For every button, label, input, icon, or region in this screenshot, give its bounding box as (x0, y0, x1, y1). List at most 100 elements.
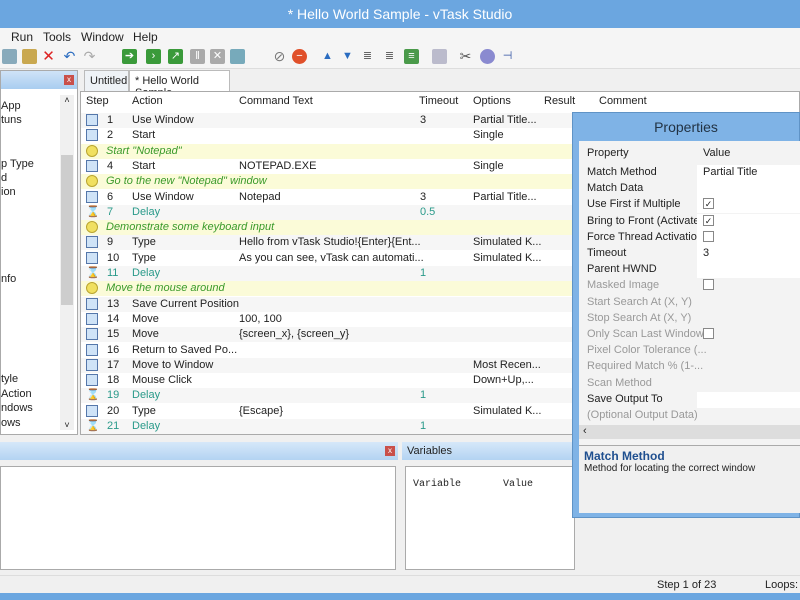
column-header-step[interactable]: Step (86, 95, 109, 107)
property-name: Parent HWND (587, 263, 657, 276)
column-header-variable[interactable]: Variable (413, 479, 461, 490)
close-icon[interactable]: x (385, 446, 395, 456)
column-header-result[interactable]: Result (544, 95, 575, 107)
menu-run[interactable]: Run (11, 30, 33, 44)
menu-tools[interactable]: Tools (43, 30, 71, 44)
command-cell: As you can see, vTask can automati... (239, 251, 424, 264)
delete-icon[interactable]: ✕ (41, 49, 56, 64)
status-step: Step 1 of 23 (657, 579, 717, 591)
outdent-icon[interactable]: ≣ (382, 49, 397, 64)
properties-grid: Property Value Match Method Partial Title… (579, 141, 800, 471)
run-icon[interactable]: ➔ (122, 49, 137, 64)
comment-icon[interactable]: ≡ (404, 49, 419, 64)
list-item[interactable]: p Type (1, 158, 34, 170)
list-item[interactable]: ows (1, 417, 21, 429)
list-item[interactable]: App (1, 100, 21, 112)
property-row[interactable]: Save Output To (579, 391, 800, 408)
column-header-comment[interactable]: Comment (599, 95, 647, 107)
list-item[interactable]: d (1, 172, 7, 184)
output-area[interactable] (0, 466, 396, 570)
property-row[interactable]: Start Search At (X, Y) (579, 295, 800, 311)
property-row[interactable]: Timeout 3 (579, 246, 800, 262)
menu-help[interactable]: Help (133, 30, 158, 44)
scrollbar-thumb[interactable] (61, 155, 73, 305)
property-row[interactable]: Stop Search At (X, Y) (579, 311, 800, 327)
command-cell: NOTEPAD.EXE (239, 159, 317, 172)
scroll-left-icon[interactable]: ‹ (579, 425, 587, 437)
pause-icon[interactable]: ‖ (190, 49, 205, 64)
action-cell: Type (132, 236, 156, 249)
column-header-timeout[interactable]: Timeout (419, 95, 458, 107)
stop-icon[interactable]: ✕ (210, 49, 225, 64)
close-icon[interactable]: x (64, 75, 74, 85)
property-name: Save Output To (587, 392, 663, 405)
step-number: 1 (107, 114, 114, 126)
checkbox[interactable] (703, 328, 714, 339)
column-header-action[interactable]: Action (132, 95, 163, 107)
list-item[interactable]: ion (1, 186, 16, 198)
scroll-up-icon[interactable]: ˄ (60, 95, 74, 105)
tools-icon[interactable]: ✂ (458, 49, 473, 64)
property-name: Masked Image (587, 279, 660, 292)
property-row[interactable]: Masked Image (579, 278, 800, 294)
property-name: Force Thread Activation (587, 230, 703, 243)
copy-icon[interactable] (2, 49, 17, 64)
property-row[interactable]: Use First if Multiple ✓ (579, 197, 800, 214)
property-value[interactable]: 3 (703, 247, 709, 259)
options-cell: Partial Title... (473, 190, 537, 203)
plugin-icon[interactable] (480, 49, 495, 64)
property-name: Timeout (587, 247, 627, 259)
hourglass-icon: ⌛ (86, 420, 100, 432)
property-row[interactable]: Bring to Front (Activate) ✓ (579, 213, 800, 230)
tab-hello-world-sample[interactable]: * Hello World Sample (129, 70, 230, 99)
redo-icon[interactable]: ↷ (82, 49, 97, 64)
list-item[interactable]: nfo (1, 273, 16, 285)
step-number: 13 (107, 297, 120, 310)
step-number: 2 (107, 129, 114, 142)
list-item[interactable]: tuns (1, 114, 22, 126)
disable-icon[interactable]: ⊘ (272, 49, 287, 64)
undo-icon[interactable]: ↶ (62, 49, 77, 64)
run-selection-icon[interactable]: ↗ (168, 49, 183, 64)
checkbox[interactable]: ✓ (703, 198, 714, 210)
property-row[interactable]: (Optional Output Data) (579, 408, 800, 424)
property-row[interactable]: Scan Method (579, 376, 800, 392)
list-item[interactable]: ndows (1, 402, 33, 414)
properties-title: Properties (654, 119, 718, 135)
property-row[interactable]: Only Scan Last Window (579, 327, 800, 343)
left-panel-scrollbar[interactable]: ˄ ˅ (60, 95, 74, 430)
list-item[interactable]: tyle (1, 373, 18, 385)
step-number: 19 (107, 389, 120, 402)
move-up-icon[interactable]: ▲ (320, 49, 335, 64)
action-cell: Return to Saved Po... (132, 343, 238, 356)
property-row[interactable]: Force Thread Activation (579, 229, 800, 246)
step-number: 9 (107, 236, 114, 249)
record-icon[interactable] (230, 49, 245, 64)
property-row[interactable]: Match Method Partial Title (579, 165, 800, 181)
column-header-command-text[interactable]: Command Text (239, 95, 313, 107)
indent-icon[interactable]: ≣ (360, 49, 375, 64)
tab-untitled[interactable]: Untitled (84, 70, 129, 91)
property-row[interactable]: Required Match % (1-... (579, 359, 800, 375)
column-header-options[interactable]: Options (473, 95, 511, 107)
property-row[interactable]: Match Data (579, 181, 800, 198)
column-header-value[interactable]: Value (503, 479, 533, 490)
property-row[interactable]: Pixel Color Tolerance (... (579, 343, 800, 359)
step-number: 17 (107, 358, 120, 371)
scheduler-icon[interactable] (432, 49, 447, 64)
property-value[interactable]: Partial Title (703, 166, 757, 178)
list-item[interactable]: Action (1, 388, 32, 400)
run-step-icon[interactable]: › (146, 49, 161, 64)
breakpoint-icon[interactable]: − (292, 49, 307, 64)
menu-window[interactable]: Window (81, 30, 124, 44)
scroll-down-icon[interactable]: ˅ (60, 420, 74, 430)
horizontal-scrollbar[interactable]: ‹ (579, 425, 800, 439)
pin-icon[interactable]: ⊣ (500, 49, 515, 64)
checkbox[interactable]: ✓ (703, 214, 714, 226)
checkbox[interactable] (703, 230, 714, 242)
checkbox[interactable] (703, 279, 714, 291)
status-bar: Step 1 of 23 Loops: (0, 575, 800, 593)
paste-icon[interactable] (22, 49, 37, 64)
move-down-icon[interactable]: ▼ (340, 49, 355, 64)
property-row[interactable]: Parent HWND (579, 262, 800, 279)
